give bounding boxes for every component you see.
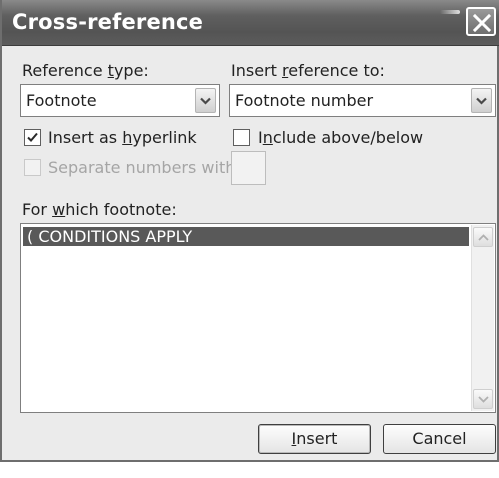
insert-reference-to-dropdown-button[interactable]	[471, 88, 492, 113]
chevron-down-icon	[476, 97, 487, 105]
chevron-down-icon	[200, 97, 211, 105]
cancel-button[interactable]: Cancel	[383, 424, 496, 454]
separate-numbers-label: Separate numbers with	[48, 158, 236, 177]
list-item[interactable]: ( CONDITIONS APPLY	[23, 227, 469, 246]
insert-as-hyperlink-checkbox[interactable]	[24, 129, 41, 146]
dialog-title: Cross-reference	[12, 10, 204, 34]
include-above-below-checkbox[interactable]	[233, 129, 250, 146]
insert-button[interactable]: Insert	[258, 424, 371, 454]
reference-type-value: Footnote	[26, 91, 97, 110]
scroll-up-button[interactable]	[473, 227, 493, 247]
insert-reference-to-select[interactable]: Footnote number	[229, 84, 496, 117]
reference-type-select[interactable]: Footnote	[20, 84, 220, 117]
reference-type-label: Reference type:	[22, 61, 149, 80]
checkmark-icon	[27, 132, 38, 142]
vertical-scrollbar[interactable]	[471, 225, 494, 411]
footnote-listbox[interactable]: ( CONDITIONS APPLY	[20, 223, 496, 413]
close-button[interactable]	[466, 7, 496, 36]
reference-type-dropdown-button[interactable]	[195, 88, 216, 113]
include-above-below-label[interactable]: Include above/below	[258, 128, 423, 147]
footnote-list-label: For which footnote:	[22, 200, 177, 219]
close-icon	[472, 13, 492, 33]
scroll-down-button[interactable]	[473, 389, 493, 409]
insert-reference-to-value: Footnote number	[235, 91, 374, 110]
separator-input[interactable]	[231, 151, 266, 185]
chevron-up-icon	[478, 234, 489, 241]
insert-reference-to-label: Insert reference to:	[231, 61, 385, 80]
title-bar[interactable]: Cross-reference	[2, 0, 499, 46]
chevron-down-icon	[478, 396, 489, 403]
insert-as-hyperlink-label[interactable]: Insert as hyperlink	[48, 128, 197, 147]
separate-numbers-checkbox[interactable]	[24, 159, 41, 176]
cross-reference-dialog: Cross-reference Reference type: Footnote…	[0, 0, 499, 462]
document-background	[0, 462, 499, 478]
title-bar-highlight	[440, 10, 460, 14]
